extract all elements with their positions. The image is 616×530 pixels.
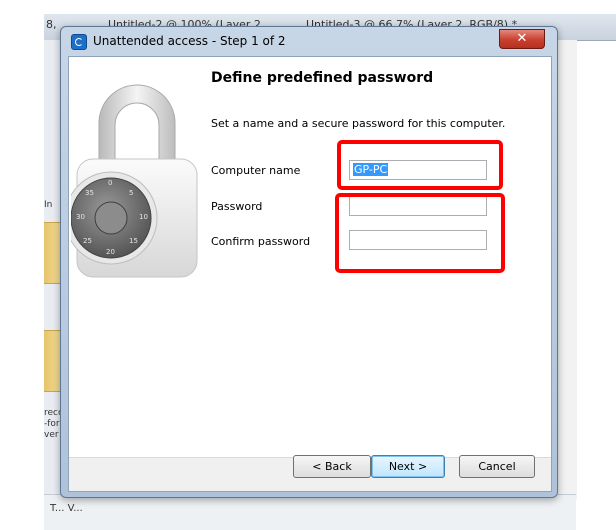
background-scrollbar[interactable] xyxy=(556,40,577,500)
close-button[interactable]: ✕ xyxy=(499,29,545,49)
svg-text:10: 10 xyxy=(139,213,148,221)
dialog-client-area: 0 5 10 15 20 25 30 35 Define predefined … xyxy=(68,56,552,492)
background-side-text: In xyxy=(44,200,53,210)
window-title: Unattended access - Step 1 of 2 xyxy=(93,34,286,48)
confirm-password-label: Confirm password xyxy=(211,235,311,248)
background-bottom-label: T... V... xyxy=(50,503,83,514)
svg-text:0: 0 xyxy=(108,179,112,187)
page-heading: Define predefined password xyxy=(211,70,434,86)
computer-name-label: Computer name xyxy=(211,164,301,177)
teamviewer-icon xyxy=(71,34,87,50)
password-fields-highlight-box xyxy=(335,193,505,273)
wizard-page: 0 5 10 15 20 25 30 35 Define predefined … xyxy=(69,57,551,457)
svg-text:30: 30 xyxy=(76,213,85,221)
svg-text:35: 35 xyxy=(85,189,94,197)
background-status-bar: T... V... xyxy=(44,494,576,530)
computer-name-highlight-box xyxy=(337,140,503,190)
folder-icon xyxy=(44,222,61,284)
page-description: Set a name and a secure password for thi… xyxy=(211,117,506,130)
svg-text:25: 25 xyxy=(83,237,92,245)
close-icon: ✕ xyxy=(516,31,528,46)
password-label: Password xyxy=(211,200,263,213)
svg-text:15: 15 xyxy=(129,237,138,245)
folder-icon xyxy=(44,330,61,392)
next-button[interactable]: Next > xyxy=(371,455,445,478)
svg-text:5: 5 xyxy=(129,189,133,197)
title-bar[interactable]: Unattended access - Step 1 of 2 ✕ xyxy=(61,27,557,55)
back-button[interactable]: < Back xyxy=(293,455,371,478)
cancel-button[interactable]: Cancel xyxy=(459,455,535,478)
unattended-access-dialog: Unattended access - Step 1 of 2 ✕ 0 5 10… xyxy=(60,26,558,498)
svg-text:20: 20 xyxy=(106,248,115,256)
combination-lock-icon: 0 5 10 15 20 25 30 35 xyxy=(71,84,198,278)
background-tab-fragment[interactable]: 8, xyxy=(46,18,60,36)
